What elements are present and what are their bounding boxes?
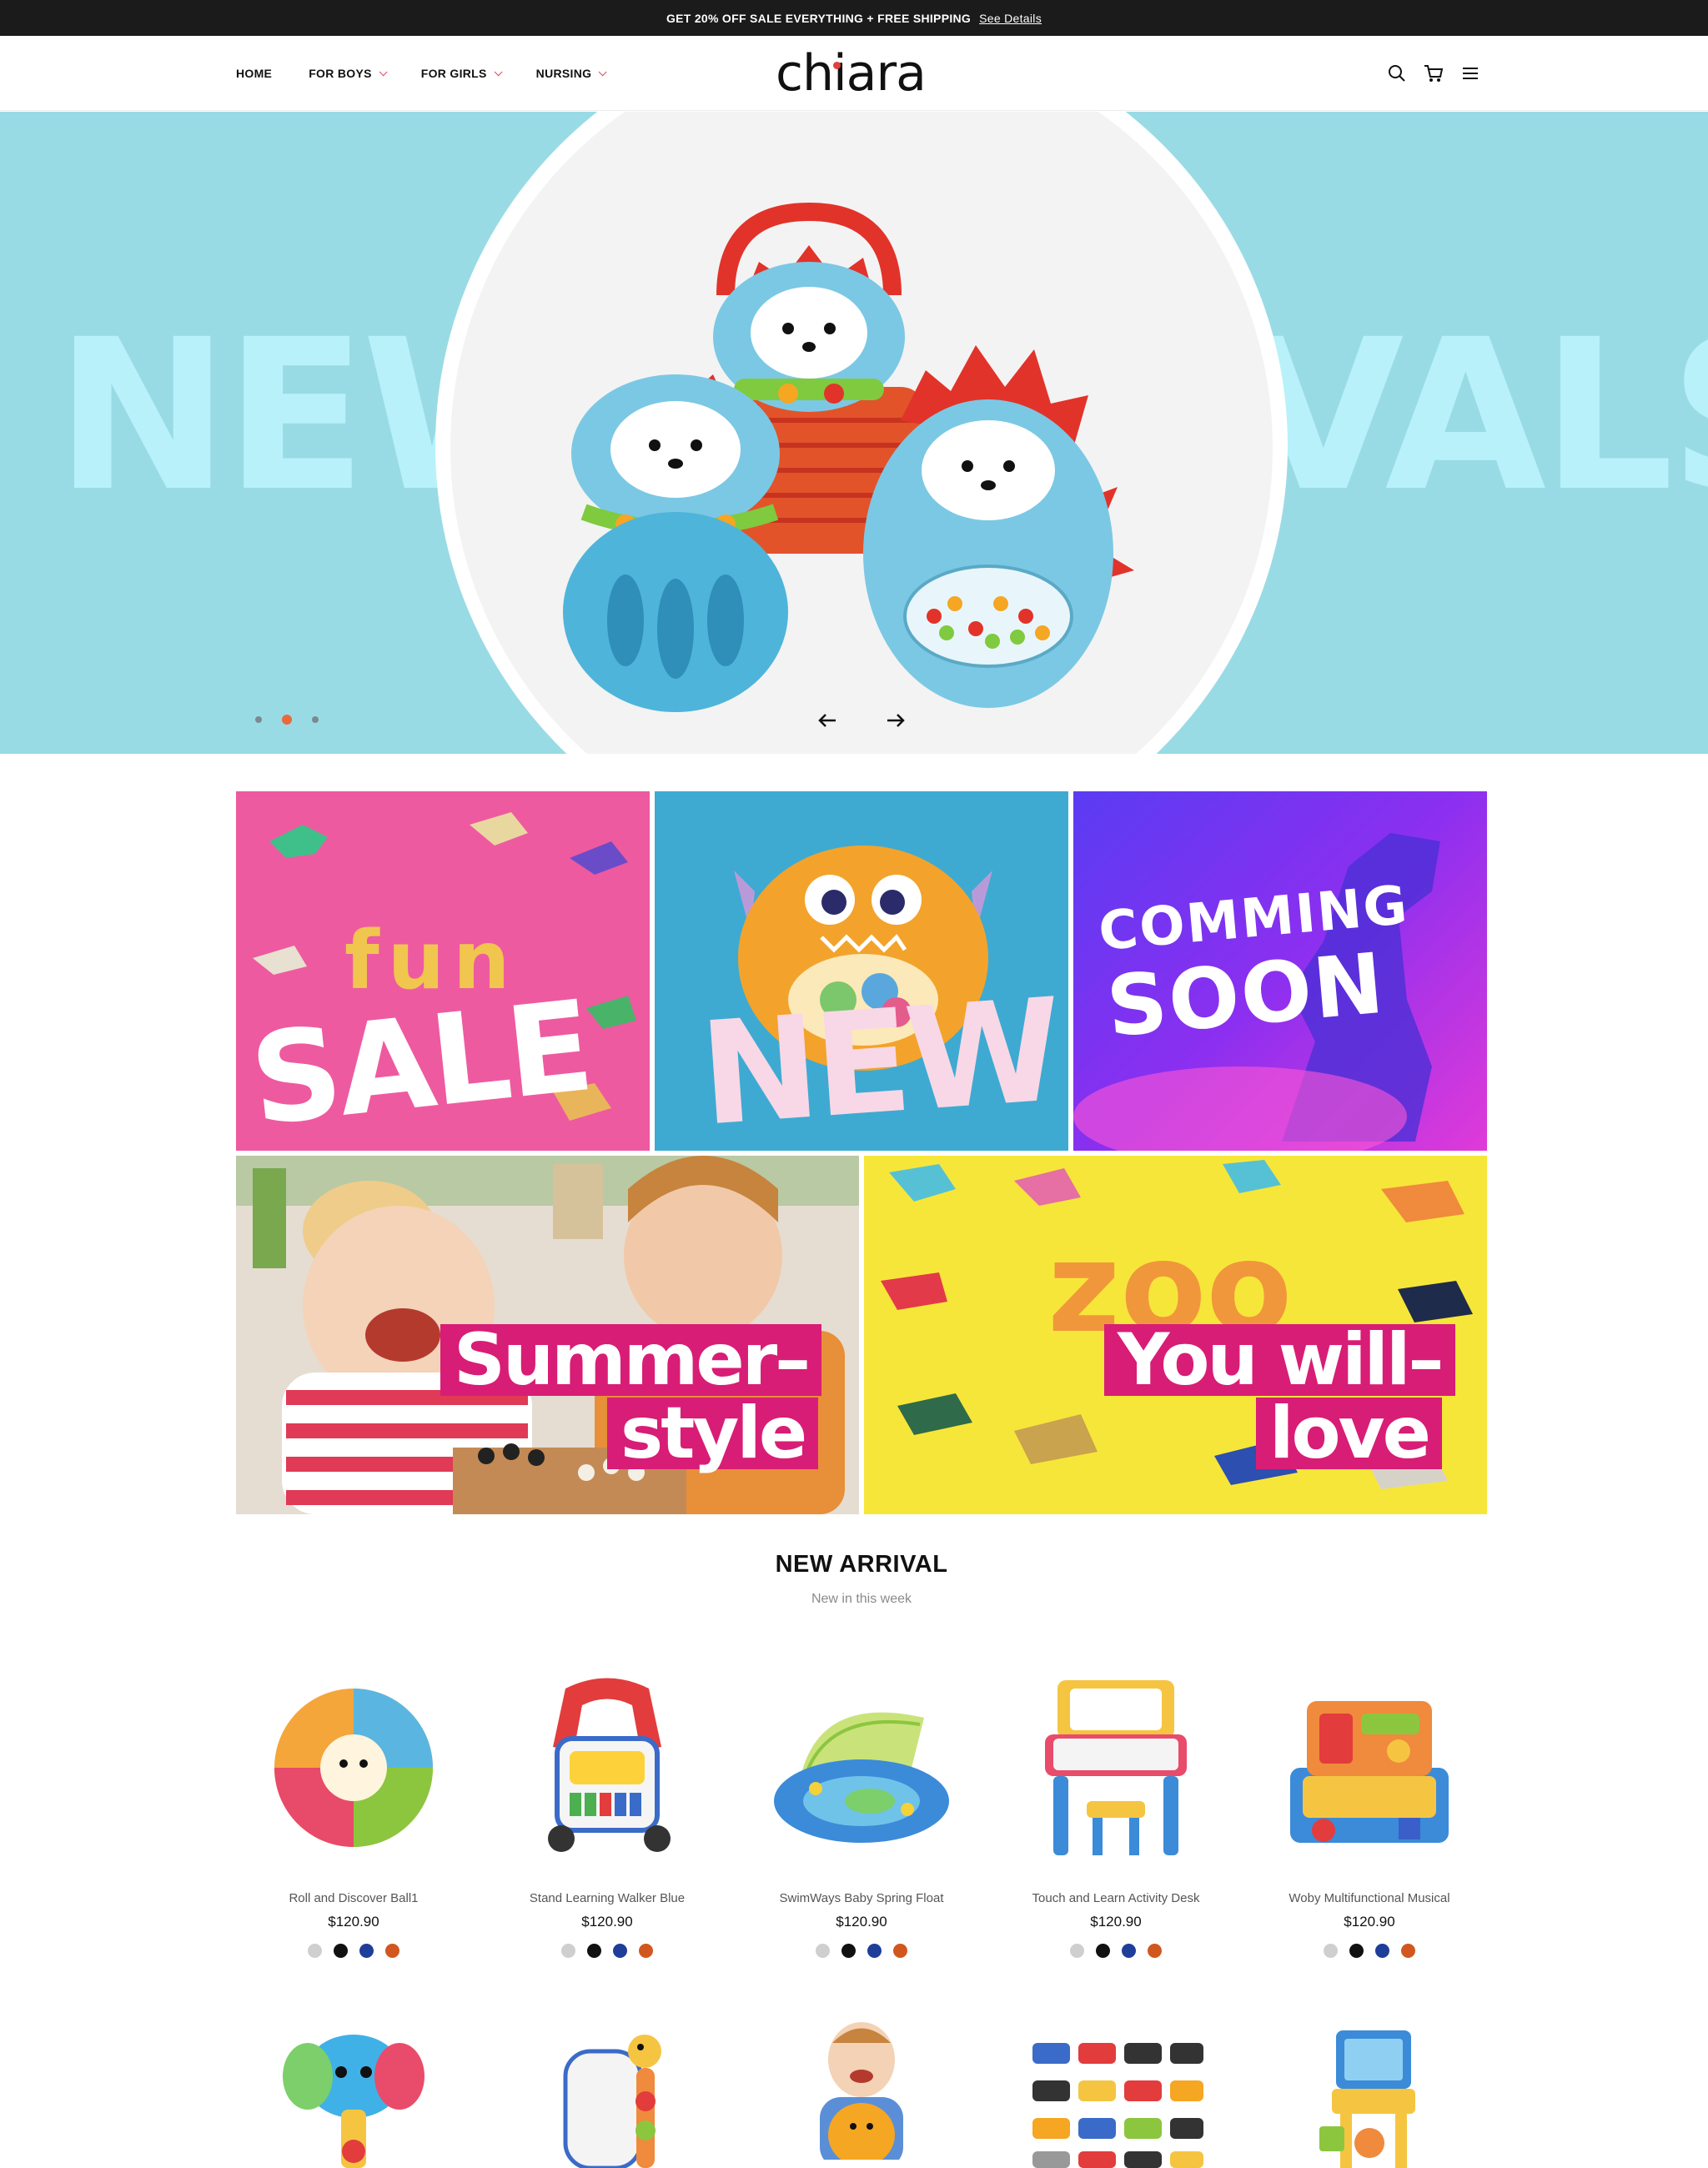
nav-label: HOME: [236, 67, 273, 80]
swatch-orange[interactable]: [1148, 1944, 1162, 1958]
product-image[interactable]: [1244, 2026, 1494, 2168]
product-price: $120.90: [836, 1914, 887, 1930]
product-image[interactable]: [991, 2035, 1241, 2168]
product-swatches: [482, 1944, 732, 1958]
product-name[interactable]: Stand Learning Walker Blue: [482, 1891, 732, 1905]
product-price: $120.90: [1090, 1914, 1142, 1930]
chevron-down-icon: [494, 67, 503, 76]
hero-bg-word-right: VALS: [1243, 294, 1708, 537]
swatch-grey[interactable]: [308, 1944, 322, 1958]
hero-dot-3[interactable]: [312, 716, 319, 723]
product-price: $120.90: [328, 1914, 379, 1930]
nav-for-girls[interactable]: FOR GIRLS: [420, 67, 503, 80]
header-actions: [1383, 59, 1493, 88]
product-image[interactable]: [482, 2026, 732, 2168]
banner-style-text: style: [607, 1398, 819, 1469]
swatch-black[interactable]: [1349, 1944, 1364, 1958]
site-header: HOME FOR BOYS FOR GIRLS NURSING chiara: [0, 36, 1708, 111]
banner-fun-sale[interactable]: fun SALE: [236, 791, 650, 1151]
announcement-text: GET 20% OFF SALE EVERYTHING + FREE SHIPP…: [666, 11, 972, 25]
menu-icon[interactable]: [1456, 59, 1484, 88]
banner-you-will-text: You will–: [1104, 1324, 1455, 1396]
swatch-blue[interactable]: [613, 1944, 627, 1958]
nav-for-boys[interactable]: FOR BOYS: [309, 67, 388, 80]
product-image[interactable]: [1244, 1659, 1494, 1876]
hero-dot-2[interactable]: [282, 715, 292, 725]
swatch-black[interactable]: [587, 1944, 601, 1958]
hero-toy-image: [563, 202, 1134, 712]
main-nav: HOME FOR BOYS FOR GIRLS NURSING: [236, 36, 640, 111]
cart-icon[interactable]: [1419, 59, 1448, 88]
hero-slider: NEW VALS: [0, 112, 1708, 754]
swatch-grey[interactable]: [1324, 1944, 1338, 1958]
product-card[interactable]: Woby Multifunctional Musical $120.90: [1244, 1659, 1494, 1958]
product-image[interactable]: [736, 2018, 987, 2160]
product-name[interactable]: Roll and Discover Ball1: [229, 1891, 479, 1905]
swatch-orange[interactable]: [1401, 1944, 1415, 1958]
nav-label: FOR GIRLS: [420, 67, 487, 80]
swatch-black[interactable]: [334, 1944, 348, 1958]
product-card[interactable]: Touch and Learn Activity Desk $120.90: [991, 1659, 1241, 1958]
nav-label: FOR BOYS: [309, 67, 372, 80]
banner-new-text: NEW: [695, 968, 1063, 1151]
announcement-bar: GET 20% OFF SALE EVERYTHING + FREE SHIPP…: [0, 0, 1708, 36]
section-title: NEW ARRIVAL: [775, 1551, 948, 1578]
banner-coming-soon[interactable]: COMMING SOON: [1073, 791, 1487, 1151]
swatch-blue[interactable]: [1122, 1944, 1136, 1958]
product-price: $120.90: [581, 1914, 633, 1930]
logo[interactable]: chiara: [776, 46, 934, 101]
see-details-link[interactable]: See Details: [979, 12, 1042, 25]
product-image[interactable]: [229, 1659, 479, 1876]
product-image[interactable]: [991, 1659, 1241, 1876]
product-image[interactable]: [482, 1659, 732, 1876]
product-card[interactable]: SwimWays Baby Spring Float $120.90: [736, 1659, 987, 1958]
product-image[interactable]: [736, 1659, 987, 1876]
product-card[interactable]: Roll and Discover Ball1 $120.90: [229, 1659, 479, 1958]
swatch-grey[interactable]: [816, 1944, 830, 1958]
product-name[interactable]: SwimWays Baby Spring Float: [736, 1891, 987, 1905]
hero-dot-1[interactable]: [255, 716, 262, 723]
hero-next-arrow-icon[interactable]: [879, 704, 912, 737]
product-price: $120.90: [1344, 1914, 1395, 1930]
product-swatches: [991, 1944, 1241, 1958]
banner-summer-style[interactable]: Summer– style: [236, 1156, 859, 1514]
banner-new[interactable]: NEW: [655, 791, 1068, 1151]
banner-soon-text: SOON: [1103, 934, 1389, 1056]
chevron-down-icon: [598, 67, 607, 76]
product-swatches: [736, 1944, 987, 1958]
nav-nursing[interactable]: NURSING: [535, 67, 607, 80]
swatch-orange[interactable]: [385, 1944, 399, 1958]
chevron-down-icon: [379, 67, 388, 76]
product-swatches: [229, 1944, 479, 1958]
hero-prev-arrow-icon[interactable]: [811, 704, 844, 737]
section-subtitle: New in this week: [811, 1592, 912, 1606]
nav-home[interactable]: HOME: [236, 67, 272, 80]
swatch-orange[interactable]: [639, 1944, 653, 1958]
banner-summer-text: Summer–: [440, 1324, 822, 1396]
swatch-black[interactable]: [841, 1944, 856, 1958]
product-card[interactable]: Stand Learning Walker Blue $120.90: [482, 1659, 732, 1958]
swatch-orange[interactable]: [893, 1944, 907, 1958]
logo-dot: [833, 62, 841, 69]
hero-pagination: [255, 715, 339, 725]
banner-sale-text: SALE: [244, 974, 597, 1151]
swatch-blue[interactable]: [867, 1944, 882, 1958]
search-icon[interactable]: [1383, 59, 1411, 88]
product-swatches: [1244, 1944, 1494, 1958]
banner-you-will-love[interactable]: zoo You will– love: [864, 1156, 1487, 1514]
swatch-blue[interactable]: [359, 1944, 374, 1958]
nav-label: NURSING: [535, 67, 592, 80]
swatch-blue[interactable]: [1375, 1944, 1389, 1958]
swatch-grey[interactable]: [1070, 1944, 1084, 1958]
swatch-black[interactable]: [1096, 1944, 1110, 1958]
product-name[interactable]: Touch and Learn Activity Desk: [991, 1891, 1241, 1905]
product-image[interactable]: [229, 2026, 479, 2168]
swatch-grey[interactable]: [561, 1944, 575, 1958]
logo-text: chiara: [776, 44, 927, 103]
banner-love-text: love: [1256, 1398, 1442, 1469]
product-name[interactable]: Woby Multifunctional Musical: [1244, 1891, 1494, 1905]
